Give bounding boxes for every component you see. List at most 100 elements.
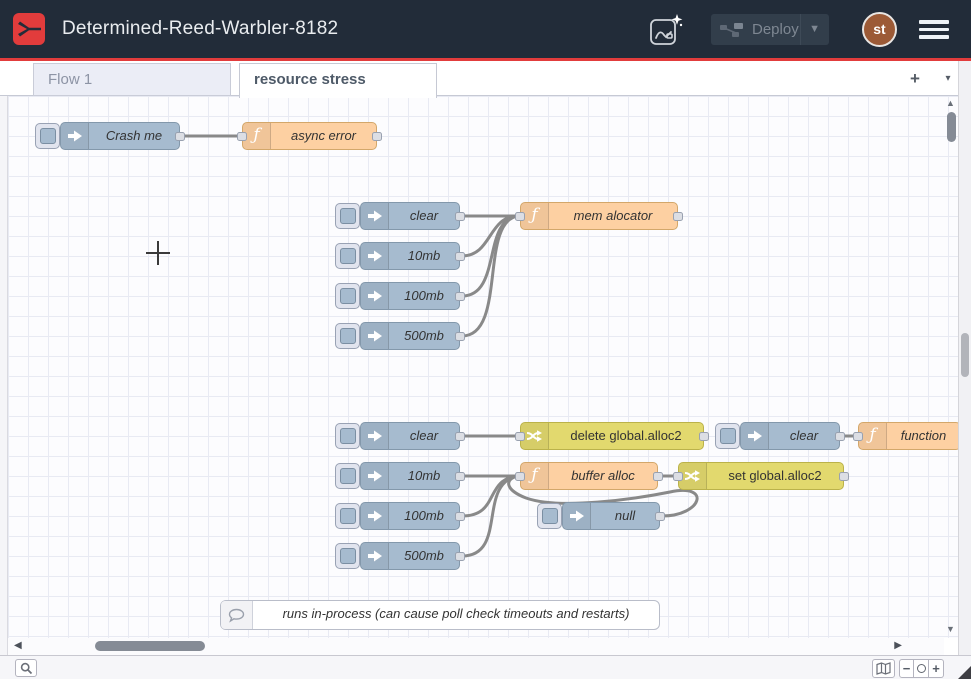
output-port[interactable] xyxy=(455,212,465,221)
horizontal-scrollbar[interactable]: ◀ ▶ xyxy=(8,638,944,655)
output-port[interactable] xyxy=(835,432,845,441)
inject-trigger-button[interactable] xyxy=(335,503,360,529)
node-500mb-mem[interactable]: 500mb xyxy=(360,322,460,350)
comment-bubble-icon xyxy=(228,608,245,623)
tab-resource-stress[interactable]: resource stress xyxy=(239,63,437,98)
output-port[interactable] xyxy=(455,472,465,481)
vertical-scroll-thumb[interactable] xyxy=(947,112,956,142)
scroll-up-arrow[interactable]: ▲ xyxy=(946,98,955,108)
zoom-reset-button[interactable] xyxy=(914,659,929,678)
node-crash-me[interactable]: Crash me xyxy=(60,122,180,150)
output-port[interactable] xyxy=(653,472,663,481)
flow-tab-bar: Flow 1 resource stress + ▾ xyxy=(0,61,958,96)
output-port[interactable] xyxy=(839,472,849,481)
inject-trigger-button[interactable] xyxy=(715,423,740,449)
node-500mb-alloc[interactable]: 500mb xyxy=(360,542,460,570)
node-100mb-mem[interactable]: 100mb xyxy=(360,282,460,310)
node-red-logo[interactable] xyxy=(13,13,45,45)
node-mem-alocator[interactable]: ƒmem alocator xyxy=(520,202,678,230)
minimap-button[interactable] xyxy=(872,659,895,678)
browser-scroll-thumb[interactable] xyxy=(961,333,969,377)
inject-trigger-button[interactable] xyxy=(335,203,360,229)
flow-list-caret[interactable]: ▾ xyxy=(938,67,958,91)
resize-grip[interactable] xyxy=(958,666,971,679)
zoom-in-button[interactable]: + xyxy=(929,659,944,678)
input-port[interactable] xyxy=(515,472,525,481)
deploy-button[interactable]: Deploy ▼ xyxy=(711,14,829,45)
flow-canvas[interactable]: Crash meƒasync errorclear10mb100mb500mbƒ… xyxy=(8,96,958,638)
ai-assistant-icon[interactable] xyxy=(648,12,684,48)
node-label: clear xyxy=(389,423,459,449)
inject-trigger-button[interactable] xyxy=(335,243,360,269)
node-set-global-alloc2[interactable]: set global.alloc2 xyxy=(678,462,844,490)
input-port[interactable] xyxy=(237,132,247,141)
inject-trigger-button[interactable] xyxy=(35,123,60,149)
output-port[interactable] xyxy=(655,512,665,521)
output-port[interactable] xyxy=(455,512,465,521)
node-10mb-mem[interactable]: 10mb xyxy=(360,242,460,270)
deploy-options-caret[interactable]: ▼ xyxy=(800,14,820,45)
node-100mb-alloc[interactable]: 100mb xyxy=(360,502,460,530)
node-clear-mem[interactable]: clear xyxy=(360,202,460,230)
zoom-out-button[interactable]: − xyxy=(899,659,914,678)
vertical-scrollbar[interactable]: ▲ ▼ xyxy=(944,96,958,638)
input-port[interactable] xyxy=(515,432,525,441)
node-null-inject[interactable]: null xyxy=(562,502,660,530)
inject-trigger-button[interactable] xyxy=(335,543,360,569)
node-async-error[interactable]: ƒasync error xyxy=(242,122,377,150)
node-10mb-alloc[interactable]: 10mb xyxy=(360,462,460,490)
instance-title: Determined-Reed-Warbler-8182 xyxy=(62,0,338,58)
input-port[interactable] xyxy=(673,472,683,481)
scroll-down-arrow[interactable]: ▼ xyxy=(946,624,955,634)
output-port[interactable] xyxy=(699,432,709,441)
node-label: buffer alloc xyxy=(549,463,657,489)
inject-arrow-icon xyxy=(367,509,383,523)
node-icon-section xyxy=(361,423,389,449)
node-clear-alloc[interactable]: clear xyxy=(360,422,460,450)
node-icon-section xyxy=(361,543,389,569)
search-button[interactable] xyxy=(15,659,37,677)
output-port[interactable] xyxy=(455,292,465,301)
inject-arrow-icon xyxy=(367,289,383,303)
inject-trigger-button[interactable] xyxy=(335,463,360,489)
output-port[interactable] xyxy=(372,132,382,141)
node-delete-global-alloc2[interactable]: delete global.alloc2 xyxy=(520,422,704,450)
output-port[interactable] xyxy=(455,332,465,341)
horizontal-scroll-thumb[interactable] xyxy=(95,641,205,651)
header-accent-line xyxy=(0,58,971,61)
node-clear-right[interactable]: clear xyxy=(740,422,840,450)
output-port[interactable] xyxy=(455,432,465,441)
node-icon-section xyxy=(361,503,389,529)
output-port[interactable] xyxy=(455,252,465,261)
node-buffer-alloc[interactable]: ƒbuffer alloc xyxy=(520,462,658,490)
node-icon-section: ƒ xyxy=(521,203,549,229)
node-label: async error xyxy=(271,123,376,149)
crosshair-cursor xyxy=(146,241,170,265)
input-port[interactable] xyxy=(853,432,863,441)
scroll-right-arrow[interactable]: ▶ xyxy=(894,640,902,651)
node-comment-note[interactable]: runs in-process (can cause poll check ti… xyxy=(220,600,660,630)
node-label: clear xyxy=(389,203,459,229)
tab-flow-1[interactable]: Flow 1 xyxy=(33,63,231,96)
map-icon xyxy=(876,662,891,675)
browser-scrollbar[interactable] xyxy=(958,61,971,679)
input-port[interactable] xyxy=(515,212,525,221)
output-port[interactable] xyxy=(455,552,465,561)
inject-arrow-icon xyxy=(367,329,383,343)
inject-arrow-icon xyxy=(367,249,383,263)
inject-trigger-button[interactable] xyxy=(335,323,360,349)
wire-10mb-mem-to-mem-alocator[interactable] xyxy=(462,216,518,256)
main-menu-button[interactable] xyxy=(919,20,949,39)
function-icon: ƒ xyxy=(531,207,537,226)
add-flow-button[interactable]: + xyxy=(903,67,927,91)
inject-trigger-button[interactable] xyxy=(335,283,360,309)
deploy-nodes-icon xyxy=(720,22,744,38)
scroll-left-arrow[interactable]: ◀ xyxy=(14,640,22,651)
user-avatar[interactable]: st xyxy=(862,12,897,47)
inject-arrow-icon xyxy=(367,209,383,223)
output-port[interactable] xyxy=(175,132,185,141)
output-port[interactable] xyxy=(673,212,683,221)
inject-trigger-button[interactable] xyxy=(537,503,562,529)
inject-arrow-icon xyxy=(367,469,383,483)
inject-trigger-button[interactable] xyxy=(335,423,360,449)
